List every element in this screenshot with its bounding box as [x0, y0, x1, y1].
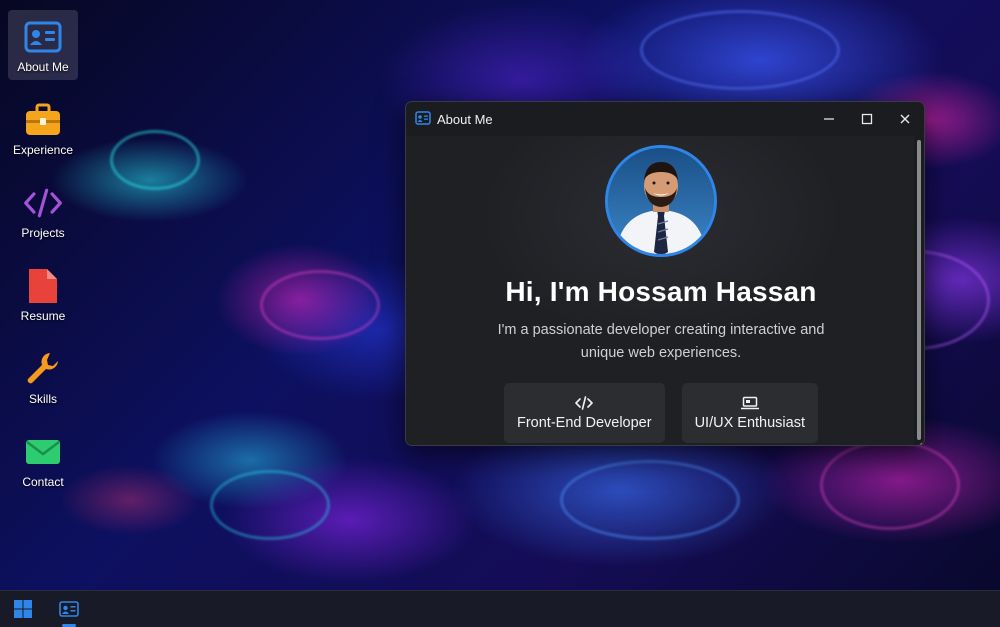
maximize-button[interactable]	[848, 102, 886, 136]
close-icon	[900, 114, 910, 124]
contact-card-icon	[23, 17, 63, 57]
scrollbar-thumb[interactable]	[917, 140, 921, 440]
pdf-file-icon: PDF	[23, 266, 63, 306]
minimize-icon	[824, 118, 834, 120]
contact-card-icon	[59, 601, 79, 617]
desktop-icon-projects[interactable]: Projects	[8, 176, 78, 246]
bio-text: I'm a passionate developer creating inte…	[497, 322, 825, 361]
role-label: UI/UX Enthusiast	[694, 415, 805, 431]
desktop-icon-label: Skills	[28, 391, 57, 406]
desktop-icon-label: Experience	[12, 142, 74, 157]
page-title: Hi, I'm Hossam Hassan	[505, 276, 817, 307]
role-cards: Front-End Developer UI/UX Enthusiast	[503, 383, 818, 443]
active-indicator	[62, 623, 76, 627]
resize-grip[interactable]	[915, 436, 923, 445]
taskbar	[0, 590, 1000, 627]
desktop-icon-about-me[interactable]: About Me	[8, 10, 78, 80]
wrench-icon	[23, 349, 63, 389]
desktop-icon-skills[interactable]: Skills	[8, 342, 78, 412]
envelope-icon	[23, 432, 63, 472]
code-icon	[575, 395, 594, 411]
windows-logo-icon	[14, 600, 32, 618]
minimize-button[interactable]	[810, 102, 848, 136]
desktop-icon-resume[interactable]: PDF Resume	[8, 259, 78, 329]
desktop-icon-label: Contact	[22, 474, 64, 489]
window-titlebar[interactable]: About Me	[406, 102, 924, 136]
briefcase-icon	[23, 100, 63, 140]
desktop-icon-label: About Me	[17, 59, 69, 74]
window-title: About Me	[437, 111, 493, 127]
avatar	[605, 145, 717, 257]
window-content: Hi, I'm Hossam Hassan I'm a passionate d…	[406, 136, 916, 445]
laptop-icon	[740, 395, 759, 411]
desktop-icon-contact[interactable]: Contact	[8, 425, 78, 495]
role-label: Front-End Developer	[516, 415, 652, 431]
desktop-icon-experience[interactable]: Experience	[8, 93, 78, 163]
close-button[interactable]	[886, 102, 924, 136]
role-card-front-end: Front-End Developer	[503, 383, 665, 443]
taskbar-app-about-me[interactable]	[46, 591, 92, 627]
desktop-icon-label: Resume	[20, 308, 66, 323]
window-scrollbar[interactable]	[914, 136, 924, 445]
desktop-icon-label: Projects	[21, 225, 65, 240]
role-card-ui-ux: UI/UX Enthusiast	[681, 383, 818, 443]
code-icon	[23, 183, 63, 223]
about-me-window: About Me Hi, I'm Hossam Hassan I'm a pas…	[405, 101, 925, 446]
start-button[interactable]	[0, 591, 46, 627]
contact-card-icon	[415, 111, 431, 127]
maximize-icon	[861, 113, 873, 125]
